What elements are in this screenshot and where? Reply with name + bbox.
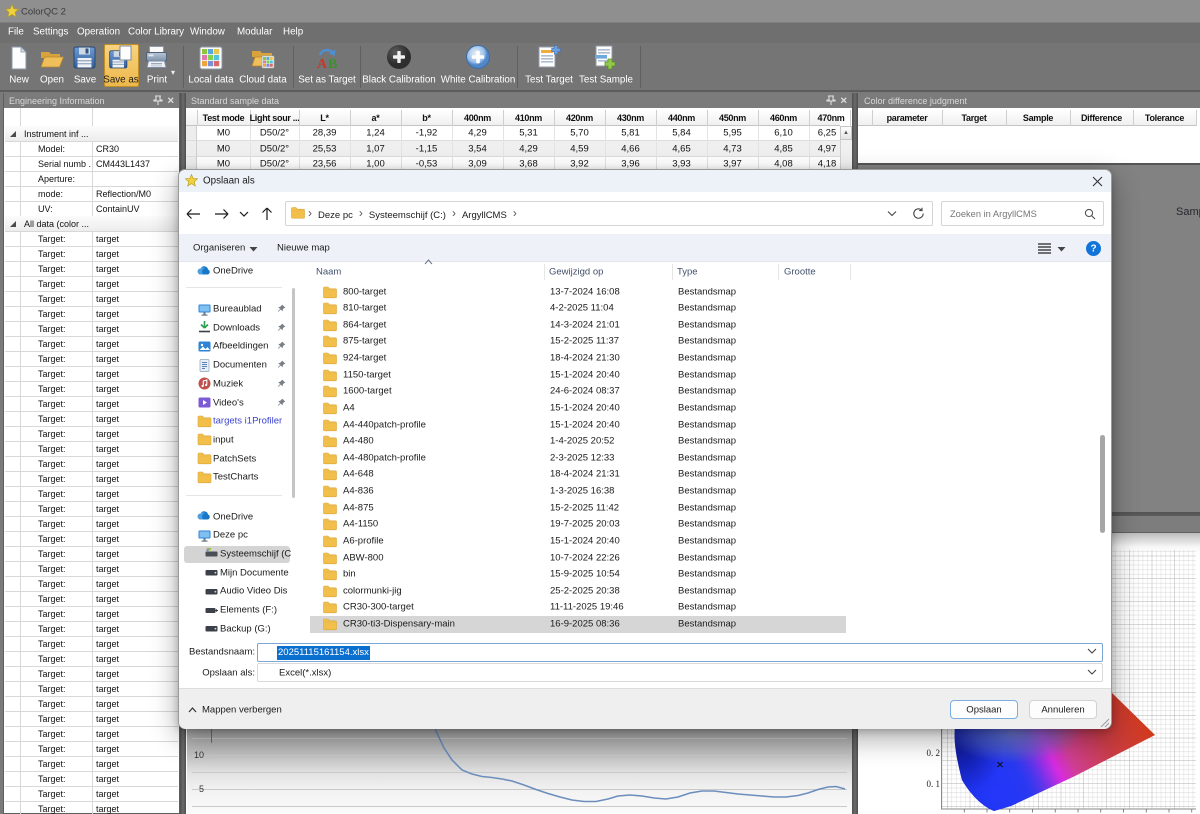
svg-text:A: A (317, 57, 328, 71)
svg-text:B: B (328, 57, 337, 71)
